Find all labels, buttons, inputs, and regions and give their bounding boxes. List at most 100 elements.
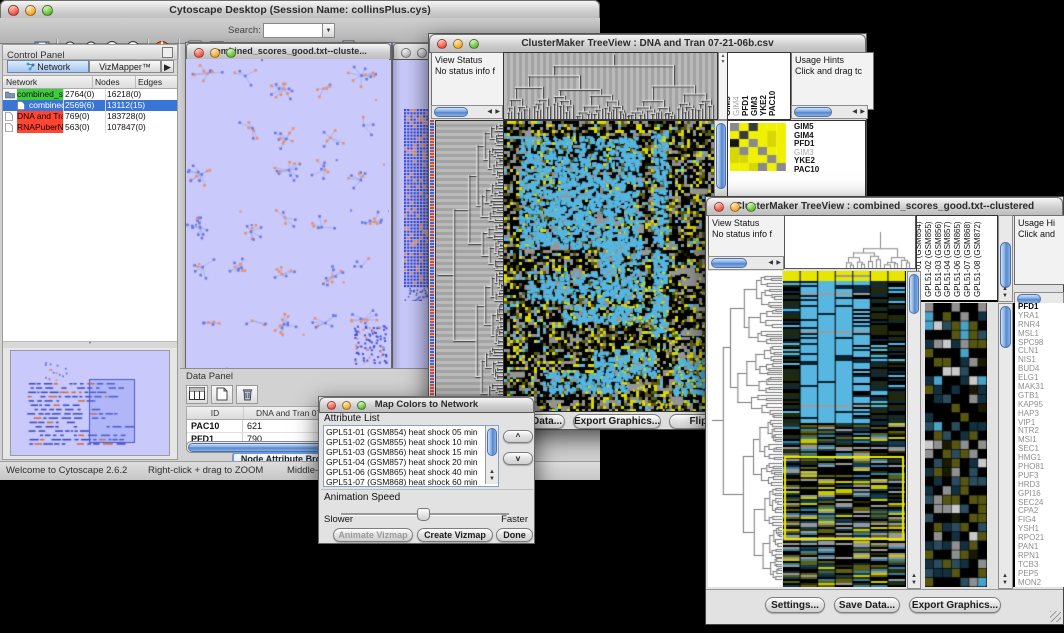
tab-overflow-arrow[interactable]: ▶: [161, 60, 174, 73]
animation-speed-slider[interactable]: [341, 508, 509, 520]
search-label: Search:: [228, 25, 261, 36]
treeview2-titlebar[interactable]: ClusterMaker TreeView : combined_scores_…: [706, 197, 1063, 216]
search-dropdown-button[interactable]: ▼: [322, 23, 335, 38]
treeview2-view-status: View StatusNo status info f: [708, 215, 790, 261]
resize-grip[interactable]: [1050, 611, 1061, 622]
treeview2-window: ClusterMaker TreeView : combined_scores_…: [705, 196, 1064, 625]
treeview1-usage-hscrollbar[interactable]: ◀▶: [791, 105, 868, 119]
attribute-list-item[interactable]: GPL51-02 (GSM855) heat shock 10 min: [326, 437, 496, 447]
treeview1-summary-matrix[interactable]: [730, 123, 786, 171]
treeview2-heatmap[interactable]: [783, 271, 906, 587]
minimize-button[interactable]: [730, 202, 740, 212]
network-list-row[interactable]: combined_sco2569(6)13112(15): [3, 100, 177, 111]
treeview1-view-status: View StatusNo status info f: [431, 52, 509, 110]
column-label: GPL51-06 (GSM865): [954, 221, 962, 297]
close-button[interactable]: [194, 48, 204, 58]
network-tab-icon: [26, 62, 35, 71]
network-nodes-count: 2764(0): [63, 89, 105, 100]
search-input[interactable]: [263, 23, 324, 38]
done-button[interactable]: Done: [496, 528, 533, 542]
zoom-button[interactable]: [42, 5, 53, 16]
main-window-title: Cytoscape Desktop (Session Name: collins…: [169, 4, 430, 16]
attribute-list-item[interactable]: GPL51-01 (GSM854) heat shock 05 min: [326, 427, 496, 437]
network-list-row[interactable]: combined_scores2764(0)16218(0): [3, 89, 177, 100]
status-hint-middle: Middle-: [287, 465, 318, 476]
tab-network[interactable]: Network: [7, 60, 89, 73]
dialog-titlebar[interactable]: Map Colors to Network: [319, 397, 534, 413]
new-attribute-icon[interactable]: [211, 385, 233, 404]
close-button[interactable]: [8, 5, 19, 16]
treeview1-export-graphics-button[interactable]: Export Graphics...: [573, 414, 661, 429]
tab-vizmapper[interactable]: VizMapper™: [89, 60, 161, 73]
treeview1-status-hscrollbar[interactable]: ◀▶: [431, 105, 503, 119]
create-vizmap-button[interactable]: Create Vizmap: [417, 528, 493, 542]
table-mode-icon[interactable]: [186, 385, 208, 404]
treeview2-zoomed-heatmap[interactable]: [925, 303, 987, 587]
close-button[interactable]: [401, 48, 411, 58]
treeview2-genelist-vscrollbar[interactable]: ▲▼: [998, 303, 1013, 589]
gene-list-item[interactable]: MON2: [1018, 579, 1064, 587]
faster-label: Faster: [501, 514, 528, 525]
treeview2-export-graphics-button[interactable]: Export Graphics...: [909, 597, 1001, 613]
float-panel-icon[interactable]: [162, 47, 173, 58]
animate-vizmap-button[interactable]: Animate Vizmap: [333, 528, 413, 542]
move-down-button[interactable]: v: [503, 452, 533, 465]
attribute-list-item[interactable]: GPL51-04 (GSM857) heat shock 20 min: [326, 457, 496, 467]
treeview2-collabel-vscrollbar[interactable]: ▲▼: [998, 215, 1013, 302]
treeview1-selection-marker-strip[interactable]: [430, 120, 434, 410]
document-icon: [5, 123, 15, 132]
minimize-button[interactable]: [210, 48, 220, 58]
network-overview[interactable]: [10, 350, 170, 456]
network-name: DNA and Tran 07: [17, 111, 63, 122]
treeview2-title: ClusterMaker TreeView : combined_scores_…: [735, 201, 1034, 212]
network-view-window: combined_scores_good.txt--cluste...: [185, 42, 392, 370]
zoom-button[interactable]: [357, 401, 366, 410]
delete-attribute-trash-icon[interactable]: [236, 385, 258, 404]
column-label: GPL51-08 (GSM872): [974, 221, 982, 297]
treeview1-titlebar[interactable]: ClusterMaker TreeView : DNA and Tran 07-…: [429, 34, 866, 53]
attribute-list-item[interactable]: GPL51-07 (GSM868) heat shock 60 min: [326, 477, 496, 487]
network-list-row[interactable]: DNA and Tran 07769(0)183728(0): [3, 111, 177, 122]
attribute-list-item[interactable]: GPL51-03 (GSM856) heat shock 15 min: [326, 447, 496, 457]
treeview2-save-data-button[interactable]: Save Data...: [834, 597, 900, 613]
close-button[interactable]: [714, 202, 724, 212]
zoom-button[interactable]: [226, 48, 236, 58]
status-welcome: Welcome to Cytoscape 2.6.2: [6, 465, 127, 476]
network-view-titlebar[interactable]: combined_scores_good.txt--cluste...: [186, 43, 391, 60]
slider-thumb[interactable]: [417, 508, 430, 521]
treeview1-row-dendrogram[interactable]: [435, 120, 504, 412]
attribute-list-label: Attribute List: [324, 413, 380, 424]
close-button[interactable]: [327, 401, 336, 410]
close-button[interactable]: [437, 39, 447, 49]
grid-network-canvas[interactable]: [404, 109, 430, 301]
column-label: GPL51-02 (GSM855): [925, 221, 933, 297]
minimize-button[interactable]: [417, 48, 427, 58]
treeview2-heatmap-vscrollbar[interactable]: ▲▼: [907, 271, 921, 589]
treeview2-row-dendrogram[interactable]: [708, 271, 782, 587]
attribute-list[interactable]: GPL51-01 (GSM854) heat shock 05 minGPL51…: [323, 425, 499, 487]
zoom-button[interactable]: [469, 39, 479, 49]
network-canvas[interactable]: [186, 59, 389, 368]
panel-splitter[interactable]: •: [3, 341, 177, 348]
map-colors-dialog: Map Colors to Network Attribute List GPL…: [318, 396, 535, 544]
treeview2-column-dendrogram[interactable]: [784, 215, 916, 269]
network-edges-count: 13112(15): [105, 100, 177, 111]
minimize-button[interactable]: [25, 5, 36, 16]
column-label: PAC10: [769, 91, 777, 116]
treeview1-heatmap[interactable]: [503, 120, 715, 412]
minimize-button[interactable]: [453, 39, 463, 49]
main-titlebar[interactable]: Cytoscape Desktop (Session Name: collins…: [0, 0, 600, 20]
desktop: Cytoscape Desktop (Session Name: collins…: [0, 0, 1064, 633]
network-nodes-count: 2569(6): [63, 100, 105, 111]
network-list-row[interactable]: RNAPuberNov2+563(0)107847(0): [3, 122, 177, 133]
attribute-list-item[interactable]: GPL51-06 (GSM865) heat shock 40 min: [326, 467, 496, 477]
treeview2-settings-button[interactable]: Settings...: [765, 597, 825, 613]
move-up-button[interactable]: ^: [503, 430, 533, 443]
treeview1-column-dendrogram[interactable]: [503, 52, 718, 120]
treeview2-gene-list[interactable]: PFD1YRA1RNR4MSL1SPC98CLN1NIS1BUD4ELG1MAK…: [1013, 303, 1064, 587]
attribute-list-vscrollbar[interactable]: ▲▼: [485, 426, 498, 484]
minimize-button[interactable]: [342, 401, 351, 410]
network-name: RNAPuberNov2+: [17, 122, 63, 133]
treeview2-status-hscrollbar[interactable]: ◀▶: [708, 256, 784, 270]
zoom-button[interactable]: [746, 202, 756, 212]
